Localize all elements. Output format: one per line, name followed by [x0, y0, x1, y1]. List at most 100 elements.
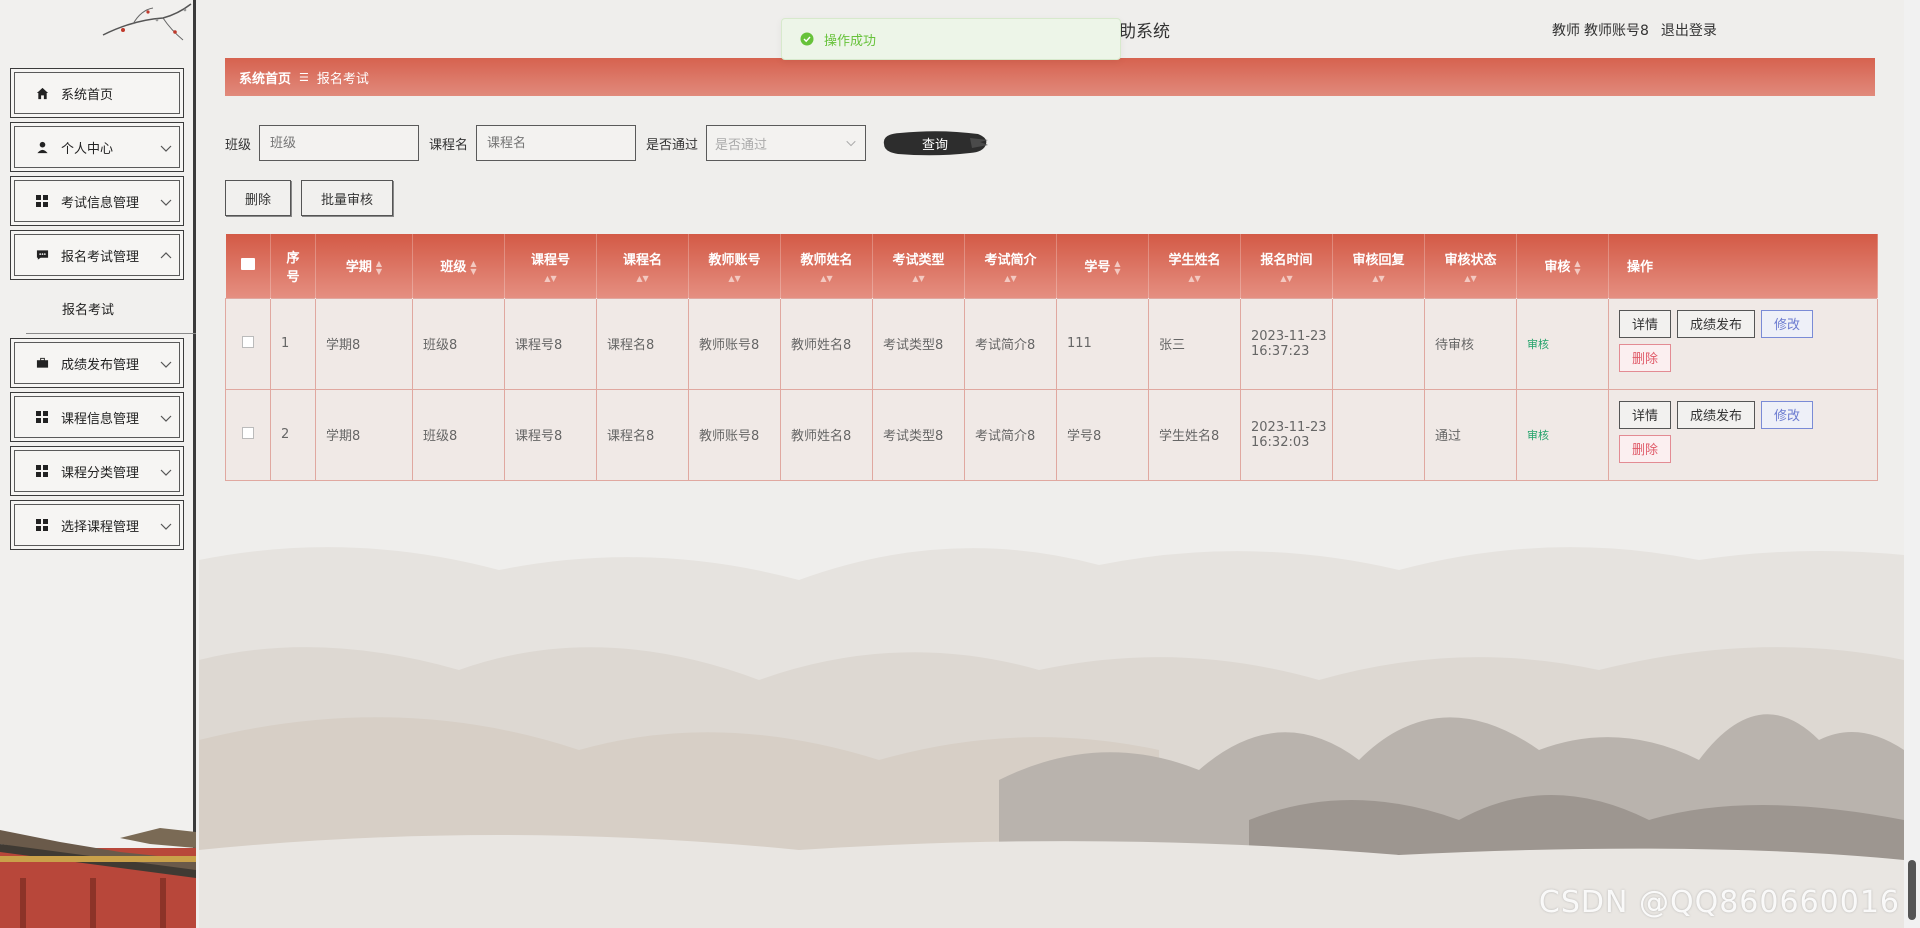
success-toast: 操作成功 — [781, 18, 1121, 60]
cell-class: 班级8 — [412, 388, 505, 481]
publish-score-button[interactable]: 成绩发布 — [1677, 400, 1756, 429]
cell-audit: 审核 — [1516, 297, 1609, 390]
cell-teacher-account: 教师账号8 — [688, 297, 781, 390]
sidebar-item-home[interactable]: 系统首页 — [10, 68, 184, 118]
action-bar: 删除 批量审核 — [225, 180, 393, 216]
col-audit-reply[interactable]: 审核回复 ▲▼ — [1332, 234, 1425, 298]
select-all-checkbox[interactable] — [225, 234, 271, 298]
row-delete-button[interactable]: 删除 — [1619, 343, 1672, 372]
col-exam-intro[interactable]: 考试简介 ▲▼ — [964, 234, 1057, 298]
breadcrumb-home[interactable]: 系统首页 — [239, 68, 291, 87]
grid-icon — [35, 194, 49, 208]
chevron-down-icon — [846, 140, 856, 147]
scrollbar-thumb[interactable] — [1908, 860, 1916, 920]
cell-student-no: 111 — [1056, 297, 1149, 390]
cell-operations: 详情 成绩发布 修改 删除 — [1608, 388, 1878, 481]
vertical-scrollbar[interactable] — [1904, 0, 1920, 928]
cell-signup-time: 2023-11-23 16:37:23 — [1240, 297, 1333, 390]
sidebar-item-label: 课程信息管理 — [61, 411, 140, 427]
sidebar-item-label: 个人中心 — [61, 141, 114, 157]
csdn-watermark: CSDN @QQ860660016 — [1538, 885, 1900, 920]
cell-student-name: 学生姓名8 — [1148, 388, 1241, 481]
sidebar-item-score-publish[interactable]: 成绩发布管理 — [10, 338, 184, 388]
delete-button[interactable]: 删除 — [225, 180, 291, 216]
batch-audit-button[interactable]: 批量审核 — [301, 180, 393, 216]
sidebar-menu: 系统首页 个人中心 考试信息管理 报名考试管理 报名考试 成绩发布管理 课程信息… — [10, 68, 196, 554]
passed-select[interactable]: 是否通过 — [706, 125, 867, 161]
plum-branch-decoration — [102, 3, 192, 41]
row-checkbox[interactable] — [225, 297, 271, 390]
detail-button[interactable]: 详情 — [1619, 309, 1672, 338]
col-course-name[interactable]: 课程名 ▲▼ — [596, 234, 689, 298]
sidebar-item-personal-center[interactable]: 个人中心 — [10, 122, 184, 172]
col-exam-type[interactable]: 考试类型 ▲▼ — [872, 234, 965, 298]
user-info: 教师 教师账号8 退出登录 — [1552, 20, 1717, 40]
row-checkbox[interactable] — [225, 388, 271, 481]
main-content: 助系统 教师 教师账号8 退出登录 操作成功 系统首页 ☰ 报名考试 班级 课程… — [199, 0, 1904, 928]
chevron-down-icon — [160, 523, 172, 530]
col-class[interactable]: 班级 ▲ ▼ — [412, 234, 505, 298]
course-name-input[interactable] — [476, 125, 637, 161]
breadcrumb-separator: ☰ — [299, 70, 309, 84]
cell-exam-type: 考试类型8 — [872, 388, 965, 481]
sidebar-item-label: 选择课程管理 — [61, 519, 140, 535]
sidebar-item-label: 成绩发布管理 — [61, 357, 140, 373]
signup-table: 序号 学期 ▲ ▼ 班级 ▲ ▼ 课程号 ▲▼ 课程名 ▲▼ 教师账号 ▲▼ 教师姓名 ▲▼ 考… — [225, 234, 1878, 481]
sidebar-item-select-course[interactable]: 选择课程管理 — [10, 500, 184, 550]
sidebar-subitem-exam-signup[interactable]: 报名考试 — [26, 284, 196, 334]
chevron-down-icon — [160, 469, 172, 476]
query-button[interactable]: 查询 — [880, 126, 990, 160]
check-circle-icon — [800, 32, 814, 46]
chevron-down-icon — [160, 361, 172, 368]
class-input[interactable] — [259, 125, 420, 161]
sidebar-item-exam-info[interactable]: 考试信息管理 — [10, 176, 184, 226]
row-delete-button[interactable]: 删除 — [1619, 434, 1672, 463]
chevron-down-icon — [160, 199, 172, 206]
sidebar-item-course-info[interactable]: 课程信息管理 — [10, 392, 184, 442]
ink-mountains-background — [199, 547, 1904, 928]
home-icon — [35, 86, 49, 100]
briefcase-icon — [35, 356, 49, 370]
col-course-no[interactable]: 课程号 ▲▼ — [504, 234, 597, 298]
sidebar-item-course-category[interactable]: 课程分类管理 — [10, 446, 184, 496]
col-student-name[interactable]: 学生姓名 ▲▼ — [1148, 234, 1241, 298]
message-icon — [35, 248, 49, 262]
sidebar-item-exam-signup[interactable]: 报名考试管理 — [10, 230, 184, 280]
query-button-label: 查询 — [922, 137, 949, 153]
col-term[interactable]: 学期 ▲ ▼ — [315, 234, 413, 298]
cell-exam-intro: 考试简介8 — [964, 388, 1057, 481]
cell-term: 学期8 — [315, 388, 413, 481]
cell-course-name: 课程名8 — [596, 297, 689, 390]
col-teacher-account[interactable]: 教师账号 ▲▼ — [688, 234, 781, 298]
audit-link[interactable]: 审核 — [1527, 338, 1549, 351]
palace-roof-decoration — [0, 828, 196, 928]
sidebar-item-label: 考试信息管理 — [61, 195, 140, 211]
col-signup-time[interactable]: 报名时间 ▲▼ — [1240, 234, 1333, 298]
col-teacher-name[interactable]: 教师姓名 ▲▼ — [780, 234, 873, 298]
edit-button[interactable]: 修改 — [1761, 309, 1814, 338]
col-audit[interactable]: 审核 ▲ ▼ — [1516, 234, 1609, 298]
logout-link[interactable]: 退出登录 — [1661, 20, 1717, 40]
col-audit-status[interactable]: 审核状态 ▲▼ — [1424, 234, 1517, 298]
publish-score-button[interactable]: 成绩发布 — [1677, 309, 1756, 338]
col-student-no[interactable]: 学号 ▲ ▼ — [1056, 234, 1149, 298]
sidebar: 系统首页 个人中心 考试信息管理 报名考试管理 报名考试 成绩发布管理 课程信息… — [0, 0, 196, 928]
user-icon — [35, 140, 49, 154]
cell-audit: 审核 — [1516, 388, 1609, 481]
edit-button[interactable]: 修改 — [1761, 400, 1814, 429]
detail-button[interactable]: 详情 — [1619, 400, 1672, 429]
table-row: 2 学期8 班级8 课程号8 课程名8 教师账号8 教师姓名8 考试类型8 考试… — [225, 388, 1878, 481]
cell-course-no: 课程号8 — [504, 297, 597, 390]
col-operation: 操作 — [1608, 234, 1878, 298]
cell-term: 学期8 — [315, 297, 413, 390]
cell-audit-status: 待审核 — [1424, 297, 1517, 390]
passed-select-placeholder: 是否通过 — [715, 137, 768, 153]
cell-index: 2 — [270, 388, 316, 481]
passed-label: 是否通过 — [646, 137, 699, 153]
audit-link[interactable]: 审核 — [1527, 429, 1549, 442]
sidebar-item-label: 课程分类管理 — [61, 465, 140, 481]
grid-icon — [35, 464, 49, 478]
sidebar-item-label: 报名考试管理 — [61, 249, 140, 265]
cell-audit-status: 通过 — [1424, 388, 1517, 481]
user-account: 教师账号8 — [1584, 23, 1649, 39]
